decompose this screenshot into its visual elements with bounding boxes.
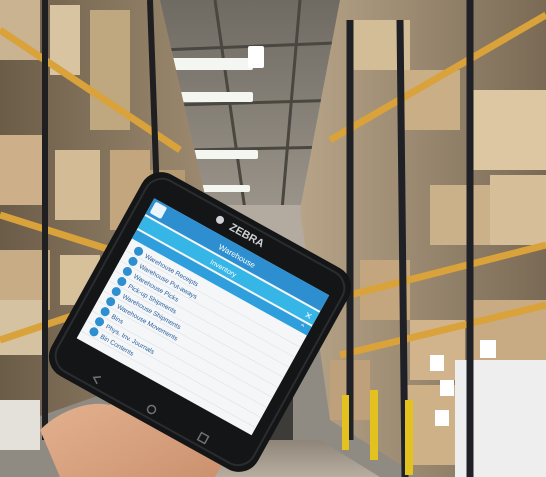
warehouse-photo: ZEBRA Warehouse Inventory ✕ ⌃ Warehouse … — [0, 0, 546, 477]
handheld-device: ZEBRA Warehouse Inventory ✕ ⌃ Warehouse … — [48, 172, 352, 472]
